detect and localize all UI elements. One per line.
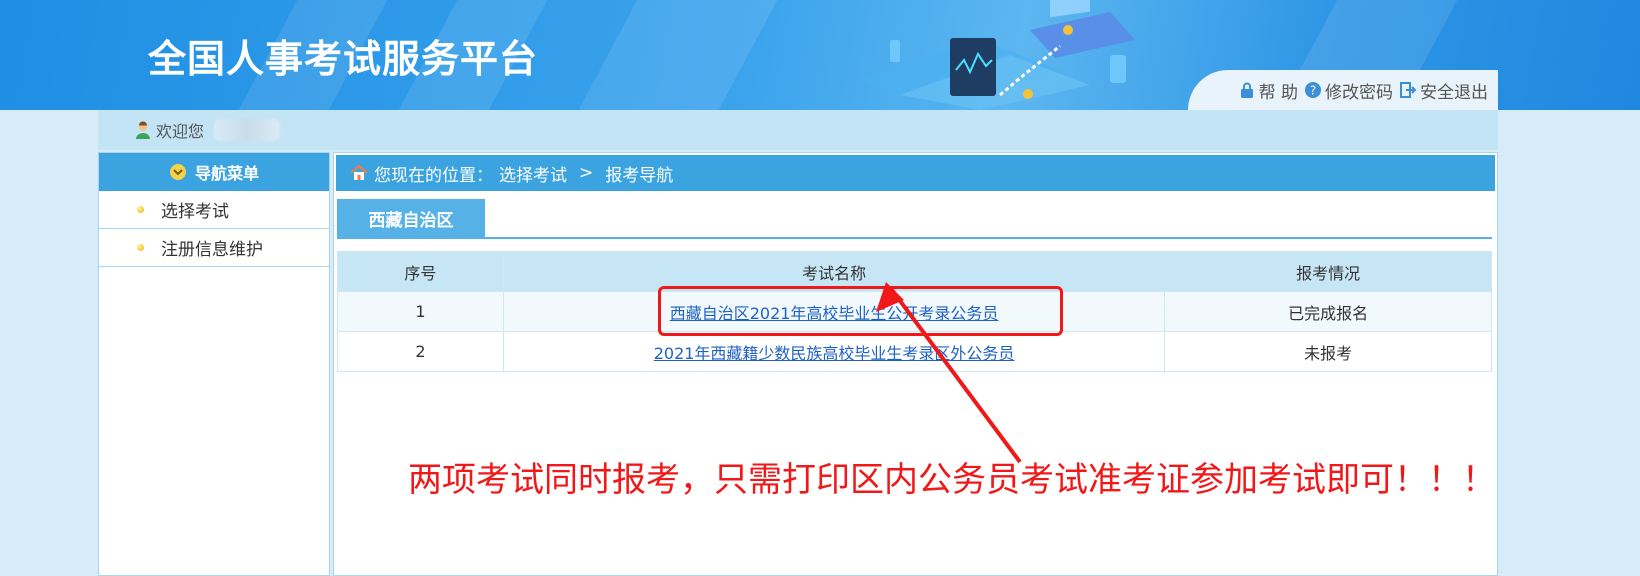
app-title: 全国人事考试服务平台 xyxy=(148,37,539,81)
tab-tibet[interactable]: 西藏自治区 xyxy=(337,199,485,237)
breadcrumb-separator: > xyxy=(579,163,594,183)
breadcrumb-item-select-exam[interactable]: 选择考试 xyxy=(499,161,567,186)
main-panel: 您现在的位置： 选择考试 > 报考导航 西藏自治区 序号 考试名称 报考情况 1… xyxy=(333,152,1498,576)
welcome-bar: 欢迎您 xyxy=(98,110,1498,150)
tab-underline xyxy=(337,237,1492,239)
chevron-down-circle-icon xyxy=(169,164,186,180)
column-header: 序号 xyxy=(337,251,504,292)
annotation-highlight-box xyxy=(658,286,1063,336)
home-icon xyxy=(350,164,368,180)
help-link[interactable]: 帮 助 xyxy=(1238,78,1298,103)
row-number: 2 xyxy=(337,331,504,372)
sidebar: 导航菜单 选择考试 注册信息维护 xyxy=(98,152,330,576)
exit-icon xyxy=(1400,82,1417,98)
change-password-link[interactable]: ? 修改密码 xyxy=(1304,78,1393,103)
breadcrumb-item-current: 报考导航 xyxy=(605,165,674,186)
annotation-text: 两项考试同时报考，只需打印区内公务员考试准考证参加考试即可！！！ xyxy=(408,460,1496,500)
change-password-label: 修改密码 xyxy=(1325,82,1393,103)
column-header: 报考情况 xyxy=(1164,251,1492,292)
registration-status: 已完成报名 xyxy=(1164,291,1492,332)
username-redacted xyxy=(214,119,281,141)
user-avatar-icon xyxy=(136,121,150,139)
sidebar-item-registration-info[interactable]: 注册信息维护 xyxy=(99,229,329,267)
top-links: 帮 助 ? 修改密码 安全退出 xyxy=(1188,70,1498,110)
welcome-label: 欢迎您 xyxy=(156,122,205,141)
sidebar-item-select-exam[interactable]: 选择考试 xyxy=(99,191,329,229)
breadcrumb-prefix: 您现在的位置： xyxy=(374,165,493,186)
bullet-icon xyxy=(137,244,144,251)
sidebar-header: 导航菜单 xyxy=(99,153,329,191)
logout-label: 安全退出 xyxy=(1420,82,1488,103)
header-illustration xyxy=(860,0,1135,110)
breadcrumb: 您现在的位置： 选择考试 > 报考导航 xyxy=(336,155,1495,191)
svg-text:?: ? xyxy=(1310,84,1316,98)
question-icon: ? xyxy=(1305,82,1321,98)
logout-link[interactable]: 安全退出 xyxy=(1399,78,1488,103)
bullet-icon xyxy=(137,206,144,213)
lock-icon xyxy=(1240,82,1253,98)
page-header: 全国人事考试服务平台 帮 助 ? 修改密码 安全退出 xyxy=(0,0,1640,110)
exam-link[interactable]: 2021年西藏籍少数民族高校毕业生考录区外公务员 xyxy=(654,344,1015,363)
sidebar-item-label: 选择考试 xyxy=(161,202,229,222)
table-row: 2 2021年西藏籍少数民族高校毕业生考录区外公务员 未报考 xyxy=(337,331,1492,372)
row-number: 1 xyxy=(337,291,504,332)
sidebar-item-label: 注册信息维护 xyxy=(161,240,263,260)
registration-status: 未报考 xyxy=(1164,331,1492,372)
sidebar-title: 导航菜单 xyxy=(194,164,259,183)
help-label: 帮 助 xyxy=(1258,82,1298,103)
exam-name-cell: 2021年西藏籍少数民族高校毕业生考录区外公务员 xyxy=(502,331,1166,372)
header-decoration xyxy=(541,0,799,110)
